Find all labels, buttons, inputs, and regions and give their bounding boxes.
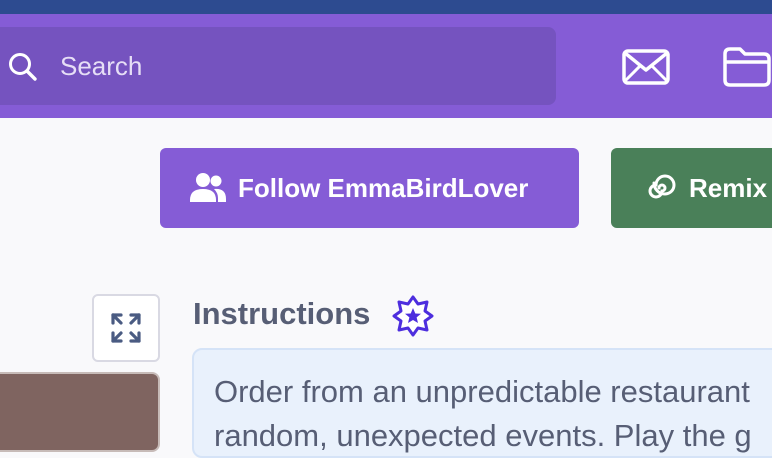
instructions-line: random, unexpected events. Play the g — [214, 418, 752, 453]
spiral-icon — [648, 174, 676, 199]
fullscreen-button[interactable] — [92, 294, 160, 362]
search-input[interactable] — [60, 27, 540, 105]
navbar — [0, 14, 772, 118]
follow-button[interactable]: Follow EmmaBirdLover — [160, 148, 579, 228]
search-icon — [9, 53, 37, 81]
folder-icon[interactable] — [720, 44, 772, 88]
remix-button[interactable]: Remix — [611, 148, 772, 228]
star-badge-icon — [392, 295, 434, 337]
instructions-box: Order from an unpredictable restaurant r… — [192, 348, 772, 458]
remix-button-label: Remix — [689, 172, 768, 203]
project-thumbnail[interactable] — [0, 372, 160, 452]
mail-icon[interactable] — [621, 48, 671, 86]
search-bar[interactable] — [0, 27, 556, 105]
top-strip — [0, 0, 772, 14]
instructions-line: Order from an unpredictable restaurant — [214, 374, 750, 409]
user-group-icon — [190, 173, 226, 202]
fullscreen-icon — [111, 313, 141, 343]
instructions-text: Order from an unpredictable restaurant r… — [214, 370, 772, 456]
instructions-heading: Instructions — [193, 296, 371, 331]
follow-button-label: Follow EmmaBirdLover — [238, 172, 529, 203]
